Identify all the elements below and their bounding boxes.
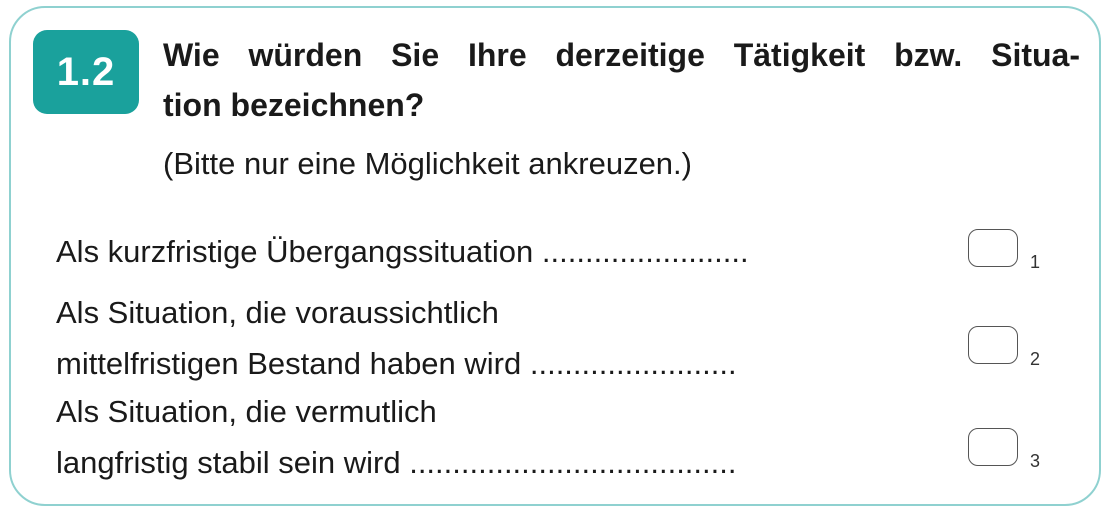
option-2-code: 2	[1030, 349, 1041, 369]
option-3-checkbox[interactable]	[968, 428, 1018, 466]
option-1-label-line-1: Als kurzfristige Übergangssituation ....…	[56, 234, 749, 269]
question-title-line-1: Wie würden Sie Ihre derzeitige Tätigkeit…	[163, 37, 1080, 73]
option-3-label-line-2: langfristig stabil sein wird ...........…	[56, 445, 737, 480]
option-1-label: Als kurzfristige Übergangssituation ....…	[56, 226, 749, 277]
question-title-line-2: tion bezeichnen?	[163, 87, 425, 123]
question-instruction: (Bitte nur eine Möglichkeit ankreuzen.)	[163, 146, 692, 181]
option-3-label: Als Situation, die vermutlich langfristi…	[56, 386, 737, 488]
option-1-code: 1	[1030, 252, 1041, 272]
option-3-code: 3	[1030, 451, 1041, 471]
option-2-label: Als Situation, die voraussichtlich mitte…	[56, 287, 737, 389]
option-2-label-line-2: mittelfristigen Bestand haben wird .....…	[56, 346, 737, 381]
option-1-checkbox[interactable]	[968, 229, 1018, 267]
option-2-checkbox[interactable]	[968, 326, 1018, 364]
question-title: Wie würden Sie Ihre derzeitige Tätigkeit…	[163, 30, 1080, 130]
option-2-label-line-1: Als Situation, die voraussichtlich	[56, 295, 499, 330]
question-number-badge: 1.2	[33, 30, 139, 114]
question-number: 1.2	[56, 49, 116, 94]
option-3-label-line-1: Als Situation, die vermutlich	[56, 394, 437, 429]
